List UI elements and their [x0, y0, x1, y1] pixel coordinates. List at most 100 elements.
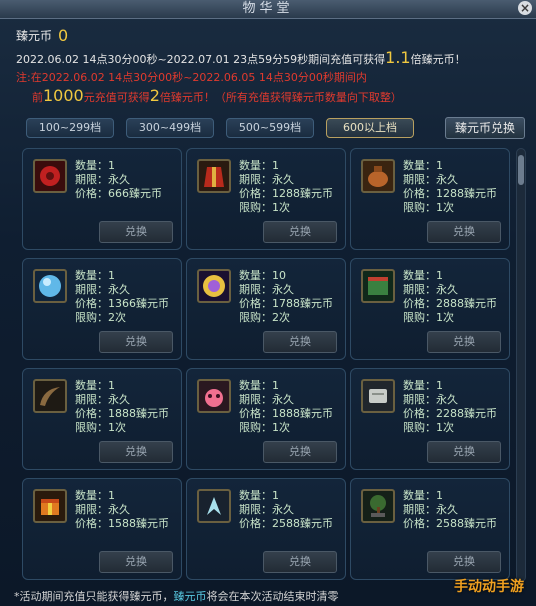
item-period-label: 期限：: [239, 393, 272, 406]
item-period: 期限：永久: [239, 393, 333, 407]
item-qty-label: 数量：: [75, 379, 108, 392]
item-qty-label: 数量：: [239, 159, 272, 172]
blue-orb-icon[interactable]: [33, 269, 67, 303]
red-flower-icon[interactable]: [33, 159, 67, 193]
item-qty-value: 1: [108, 159, 115, 172]
bonsai-tree-icon[interactable]: [361, 489, 395, 523]
exchange-button[interactable]: 兑换: [427, 331, 501, 353]
item-period-value: 永久: [108, 283, 130, 296]
exchange-button[interactable]: 兑换: [427, 221, 501, 243]
item-period: 期限：永久: [75, 283, 169, 297]
item-qty-label: 数量：: [75, 489, 108, 502]
scrollbar[interactable]: [516, 148, 526, 582]
item-qty-value: 1: [436, 269, 443, 282]
item-limit-value: 2次: [272, 311, 290, 324]
pink-pet-icon[interactable]: [197, 379, 231, 413]
item-price: 价格：2588臻元币: [403, 517, 497, 531]
crystal-wings-icon[interactable]: [197, 489, 231, 523]
item-qty-value: 1: [272, 489, 279, 502]
exchange-button[interactable]: 兑换: [99, 441, 173, 463]
red-robe-icon[interactable]: [197, 159, 231, 193]
item-qty: 数量：1: [75, 379, 169, 393]
exchange-button[interactable]: 兑换: [99, 551, 173, 573]
footer-suffix: 将会在本次活动结束时清零: [206, 590, 339, 603]
item-card: 数量：1 期限：永久 价格：1888臻元币 限购：1次兑换: [186, 368, 346, 470]
item-qty-value: 1: [436, 159, 443, 172]
item-limit-label: 限购：: [403, 201, 436, 214]
item-period-value: 永久: [272, 503, 294, 516]
item-limit: 限购：1次: [75, 421, 169, 435]
item-card: 数量：1 期限：永久 价格：2588臻元币 兑换: [186, 478, 346, 580]
item-price-label: 价格：: [239, 187, 272, 200]
item-details: 数量：1 期限：永久 价格：1888臻元币 限购：1次: [239, 379, 333, 435]
currency-exchange-button[interactable]: 臻元币兑换: [445, 117, 525, 139]
item-qty-label: 数量：: [403, 379, 436, 392]
golden-medallion-icon[interactable]: [197, 269, 231, 303]
close-icon[interactable]: ×: [518, 1, 532, 15]
item-card: 数量：1 期限：永久 价格：1288臻元币 限购：1次 兑换: [186, 148, 346, 250]
item-period-label: 期限：: [239, 283, 272, 296]
item-qty: 数量：1: [403, 159, 497, 173]
item-price: 价格：1366臻元币: [75, 297, 169, 311]
footer-note: *活动期间充值只能获得臻元币，臻元币将会在本次活动结束时清零: [14, 588, 339, 604]
item-qty: 数量：1: [403, 379, 497, 393]
tab-300-499[interactable]: 300~499档: [126, 118, 214, 138]
exchange-button[interactable]: 兑换: [263, 221, 337, 243]
item-period: 期限：永久: [239, 283, 333, 297]
item-limit: 限购：1次: [403, 421, 497, 435]
stone-tablet-icon[interactable]: [361, 379, 395, 413]
footer-prefix: *活动期间充值只能获得臻元币，: [14, 590, 174, 603]
exchange-button[interactable]: 兑换: [99, 331, 173, 353]
item-period-label: 期限：: [75, 503, 108, 516]
item-price-value: 1588臻元币: [108, 517, 169, 530]
promo-line-3-prefix: 前: [32, 91, 43, 104]
promo-amount: 1000: [43, 86, 84, 105]
promo-line-3-middle: 元充值可获得: [83, 91, 150, 104]
item-period: 期限：永久: [403, 503, 497, 517]
exchange-button[interactable]: 兑换: [427, 551, 501, 573]
item-card: 数量：1 期限：永久 价格：2888臻元币 限购：1次兑换: [350, 258, 510, 360]
item-period: 期限：永久: [75, 173, 162, 187]
exchange-button[interactable]: 兑换: [99, 221, 173, 243]
item-price-value: 1888臻元币: [272, 407, 333, 420]
item-price-value: 1366臻元币: [108, 297, 169, 310]
item-period-value: 永久: [436, 283, 458, 296]
item-price-label: 价格：: [239, 407, 272, 420]
item-price-label: 价格：: [403, 187, 436, 200]
promo-line-1: 2022.06.02 14点30分00秒~2022.07.01 23点59分59…: [16, 48, 466, 67]
item-price-label: 价格：: [403, 297, 436, 310]
item-price-label: 价格：: [75, 297, 108, 310]
item-price: 价格：1888臻元币: [239, 407, 333, 421]
item-card: 数量：1 期限：永久 价格：1888臻元币 限购：1次 兑换: [22, 368, 182, 470]
exchange-button[interactable]: 兑换: [263, 441, 337, 463]
green-scroll-icon[interactable]: [361, 269, 395, 303]
item-card: 数量：1 期限：永久 价格：1588臻元币 兑换: [22, 478, 182, 580]
item-period-value: 永久: [272, 173, 294, 186]
exchange-button[interactable]: 兑换: [427, 441, 501, 463]
tab-600-plus[interactable]: 600以上档: [326, 118, 414, 138]
promo-line-3: 前1000元充值可获得2倍臻元币！（所有充值获得臻元币数量向下取整）: [32, 86, 402, 105]
item-period-value: 永久: [108, 503, 130, 516]
tab-100-299[interactable]: 100~299档: [26, 118, 114, 138]
treasure-bag-icon[interactable]: [361, 159, 395, 193]
item-limit-label: 限购：: [239, 311, 272, 324]
item-qty-value: 1: [436, 489, 443, 502]
exchange-button[interactable]: 兑换: [263, 331, 337, 353]
item-qty: 数量：1: [75, 269, 169, 283]
item-limit: 限购：2次: [239, 311, 333, 325]
tab-500-599[interactable]: 500~599档: [226, 118, 314, 138]
item-limit-value: 1次: [272, 421, 290, 434]
item-price-label: 价格：: [403, 517, 436, 530]
gift-box-icon[interactable]: [33, 489, 67, 523]
item-details: 数量：10 期限：永久 价格：1788臻元币 限购：2次: [239, 269, 333, 325]
item-period-label: 期限：: [239, 173, 272, 186]
item-period-label: 期限：: [75, 393, 108, 406]
title-bar: 物华堂 ×: [0, 0, 536, 19]
item-qty-value: 1: [108, 269, 115, 282]
item-qty: 数量：1: [75, 159, 162, 173]
scroll-thumb[interactable]: [518, 155, 524, 185]
exchange-button[interactable]: 兑换: [263, 551, 337, 573]
item-details: 数量：1 期限：永久 价格：2888臻元币 限购：1次: [403, 269, 497, 325]
item-details: 数量：1 期限：永久 价格：666臻元币: [75, 159, 162, 201]
horn-icon[interactable]: [33, 379, 67, 413]
